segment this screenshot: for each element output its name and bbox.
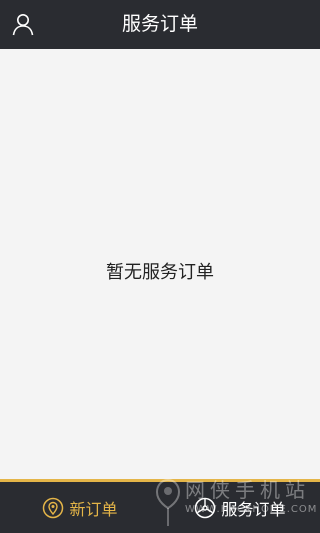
top-bar: 服务订单	[0, 0, 320, 49]
location-pin-icon	[42, 497, 64, 519]
screen: 服务订单 暂无服务订单 新订单 服务订单 网侠手机站 WWW.HACKHOME.…	[0, 0, 320, 533]
tab-service-orders-label: 服务订单	[221, 499, 286, 519]
tab-service-orders[interactable]: 服务订单	[160, 482, 320, 533]
bottom-tab-bar: 新订单 服务订单	[0, 479, 320, 533]
tab-new-orders-label: 新订单	[69, 499, 118, 519]
empty-state-message: 暂无服务订单	[106, 262, 214, 283]
page-title: 服务订单	[121, 13, 198, 35]
tab-new-orders[interactable]: 新订单	[0, 482, 160, 533]
steering-wheel-icon	[194, 497, 216, 519]
